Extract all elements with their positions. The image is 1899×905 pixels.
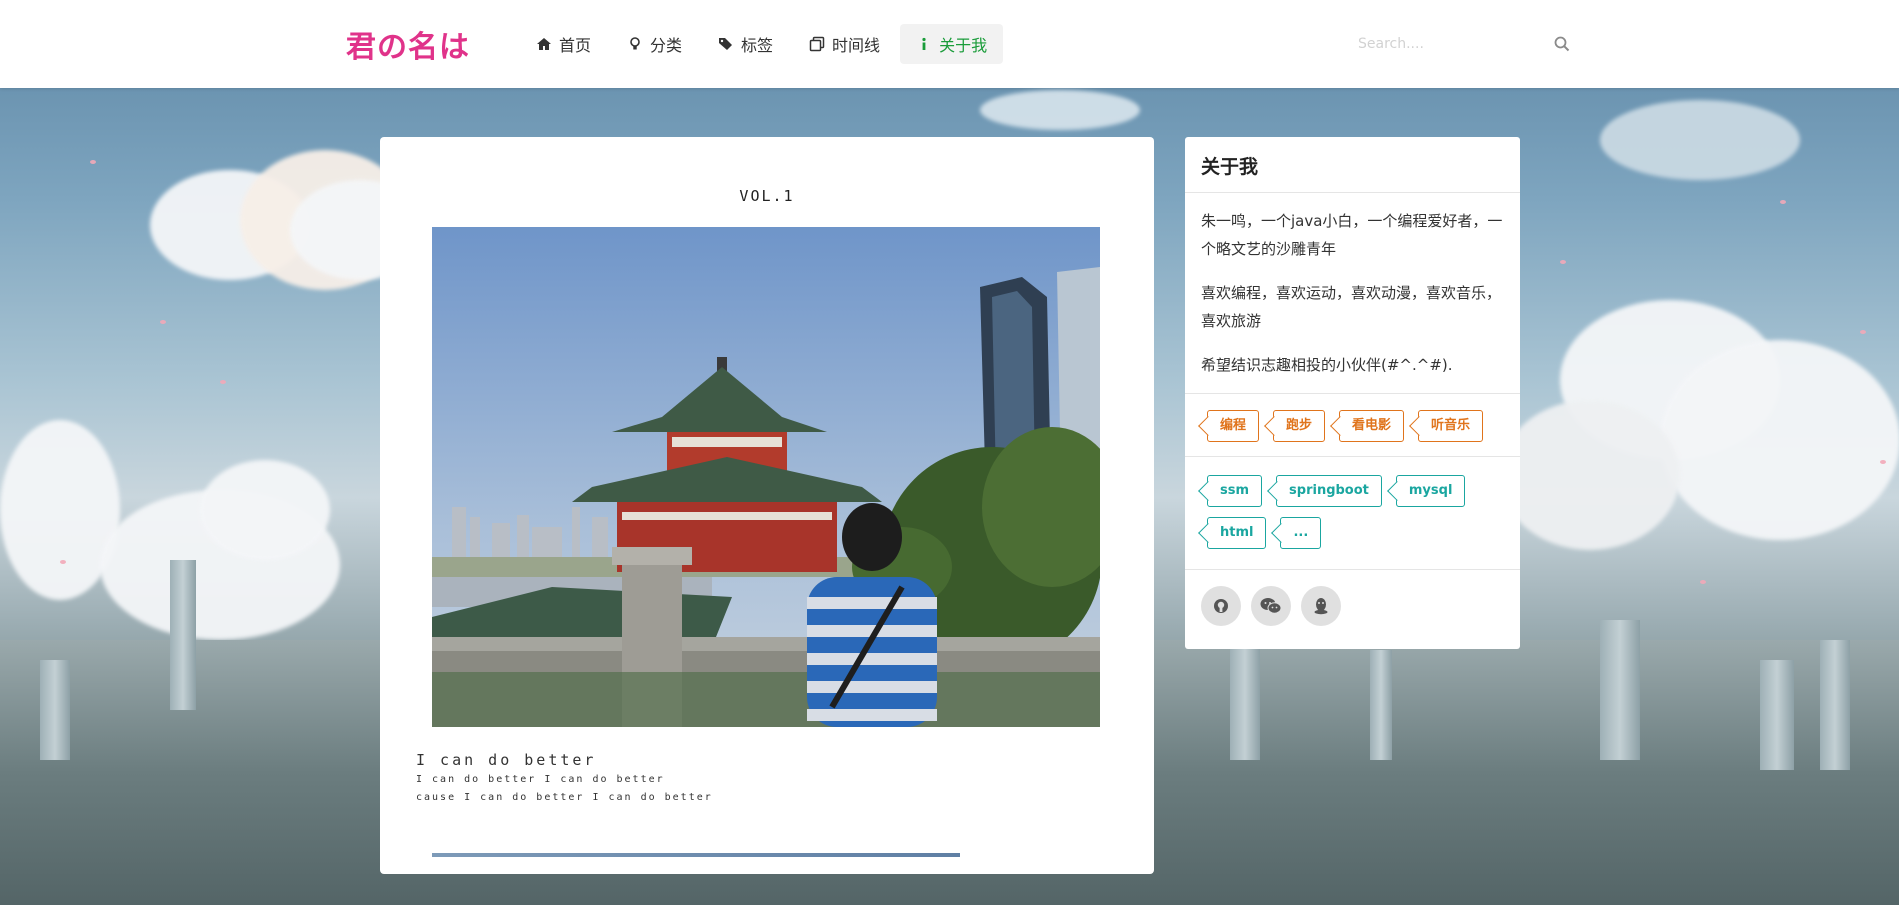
about-sidebar-card: 关于我 朱一鸣，一个java小白，一个编程爱好者，一个略文艺的沙雕青年 喜欢编程… bbox=[1185, 137, 1520, 649]
wechat-icon bbox=[1260, 598, 1282, 614]
tech-tag[interactable]: ... bbox=[1280, 517, 1322, 549]
tower bbox=[170, 560, 196, 710]
about-title: 关于我 bbox=[1185, 137, 1520, 193]
tower bbox=[1600, 620, 1640, 760]
about-paragraph: 希望结识志趣相投的小伙伴(#^.^#). bbox=[1201, 356, 1453, 374]
nav-about-label: 关于我 bbox=[939, 36, 988, 55]
hobby-tags: 编程 跑步 看电影 听音乐 bbox=[1185, 394, 1520, 457]
tech-tags: ssm springboot mysql html ... bbox=[1185, 457, 1520, 570]
nav-timeline[interactable]: 时间线 bbox=[793, 24, 896, 64]
social-links bbox=[1185, 570, 1520, 642]
tower bbox=[1760, 660, 1794, 770]
cloud bbox=[1600, 100, 1800, 180]
about-paragraph: 喜欢编程，喜欢运动，喜欢动漫，喜欢音乐，喜欢旅游 bbox=[1201, 284, 1502, 330]
main-nav: 首页 分类 标签 时间线 关于我 bbox=[520, 24, 1004, 64]
nav-home[interactable]: 首页 bbox=[520, 24, 607, 64]
nav-category-label: 分类 bbox=[650, 36, 683, 55]
reading-progress-bar bbox=[432, 853, 1100, 857]
hobby-tag[interactable]: 编程 bbox=[1207, 410, 1260, 442]
hobby-tag[interactable]: 跑步 bbox=[1273, 410, 1326, 442]
cloud bbox=[1500, 400, 1680, 550]
lightbulb-icon bbox=[630, 37, 640, 50]
search-icon[interactable] bbox=[1554, 36, 1570, 52]
article-card: VOL.1 I can do better I can do better I … bbox=[380, 137, 1154, 874]
tech-tag[interactable]: springboot bbox=[1276, 475, 1382, 507]
nav-tags-label: 标签 bbox=[741, 36, 774, 55]
petal bbox=[1700, 580, 1706, 584]
progress-fill bbox=[432, 853, 960, 857]
petal bbox=[90, 160, 96, 164]
search-box bbox=[1358, 28, 1576, 60]
handwritten-line-1: I can do better bbox=[416, 751, 597, 769]
petal bbox=[160, 320, 166, 324]
qq-icon bbox=[1314, 598, 1328, 615]
about-paragraph: 朱一鸣，一个java小白，一个编程爱好者，一个略文艺的沙雕青年 bbox=[1201, 212, 1503, 258]
site-logo[interactable]: 君の名は bbox=[346, 22, 470, 66]
petal bbox=[220, 380, 226, 384]
github-icon bbox=[1214, 599, 1228, 613]
handwritten-line-2: I can do better I can do better bbox=[416, 774, 665, 785]
hobby-tag[interactable]: 听音乐 bbox=[1418, 410, 1484, 442]
top-navbar: 君の名は 首页 分类 标签 时间线 关于我 bbox=[0, 0, 1899, 88]
cloud bbox=[200, 460, 330, 560]
github-button[interactable] bbox=[1201, 586, 1241, 626]
nav-home-label: 首页 bbox=[559, 36, 592, 55]
home-icon bbox=[537, 38, 551, 50]
info-icon bbox=[922, 37, 926, 50]
photo-illustration bbox=[432, 227, 1100, 727]
volume-label: VOL.1 bbox=[739, 187, 795, 205]
tags-icon bbox=[719, 38, 733, 50]
tower bbox=[40, 660, 70, 760]
handwritten-line-3: cause I can do better I can do better bbox=[416, 792, 713, 803]
hobby-tag[interactable]: 看电影 bbox=[1339, 410, 1405, 442]
article-photo bbox=[432, 227, 1100, 727]
petal bbox=[1560, 260, 1566, 264]
petal bbox=[1860, 330, 1866, 334]
qq-button[interactable] bbox=[1301, 586, 1341, 626]
clone-icon bbox=[809, 36, 825, 52]
nav-about[interactable]: 关于我 bbox=[900, 24, 1004, 64]
nav-tags[interactable]: 标签 bbox=[702, 24, 789, 64]
cloud bbox=[980, 90, 1140, 130]
nav-category[interactable]: 分类 bbox=[611, 24, 698, 64]
search-input[interactable] bbox=[1358, 28, 1576, 60]
tech-tag[interactable]: mysql bbox=[1395, 475, 1466, 507]
tech-tag[interactable]: html bbox=[1207, 517, 1267, 549]
petal bbox=[1780, 200, 1786, 204]
tower bbox=[1820, 640, 1850, 770]
tower bbox=[1230, 640, 1260, 760]
wechat-button[interactable] bbox=[1251, 586, 1291, 626]
nav-timeline-label: 时间线 bbox=[832, 36, 881, 55]
tech-tag[interactable]: ssm bbox=[1207, 475, 1263, 507]
cloud bbox=[1660, 340, 1899, 540]
petal bbox=[1880, 460, 1886, 464]
about-text: 朱一鸣，一个java小白，一个编程爱好者，一个略文艺的沙雕青年 喜欢编程，喜欢运… bbox=[1185, 193, 1520, 394]
tower bbox=[1370, 650, 1392, 760]
petal bbox=[60, 560, 66, 564]
